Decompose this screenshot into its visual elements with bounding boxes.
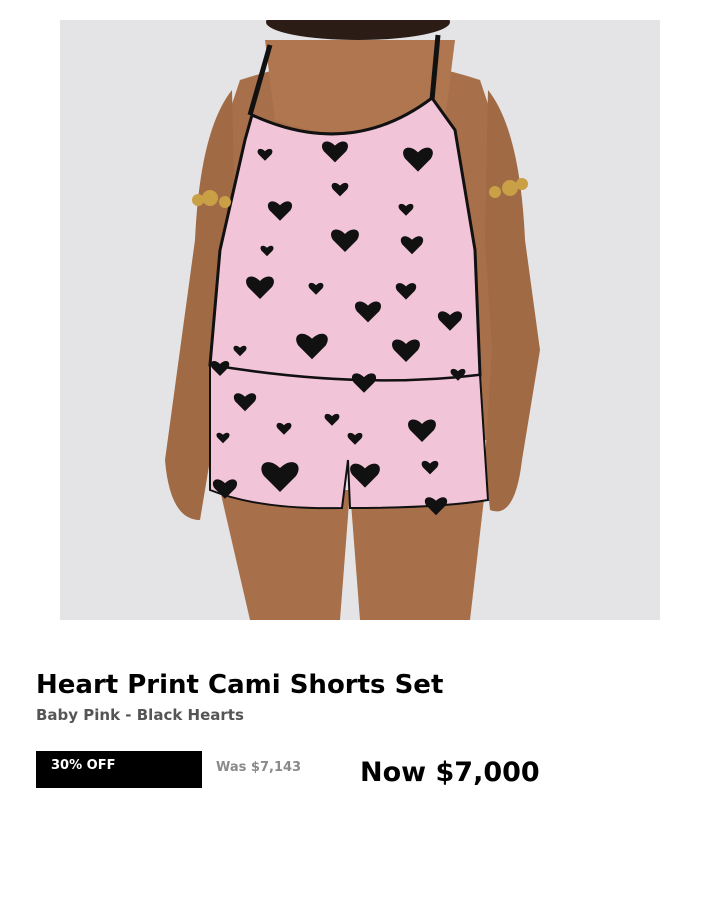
product-variant: Baby Pink - Black Hearts (36, 706, 244, 724)
was-price: Was $7,143 (216, 760, 302, 775)
product-card: Heart Print Cami Shorts Set Baby Pink - … (0, 0, 720, 900)
product-photo-illustration (60, 20, 660, 620)
product-title: Heart Print Cami Shorts Set (36, 670, 444, 700)
discount-badge: 30% OFF (36, 751, 202, 788)
now-price: Now $7,000 (360, 757, 540, 788)
product-image[interactable] (60, 20, 660, 620)
